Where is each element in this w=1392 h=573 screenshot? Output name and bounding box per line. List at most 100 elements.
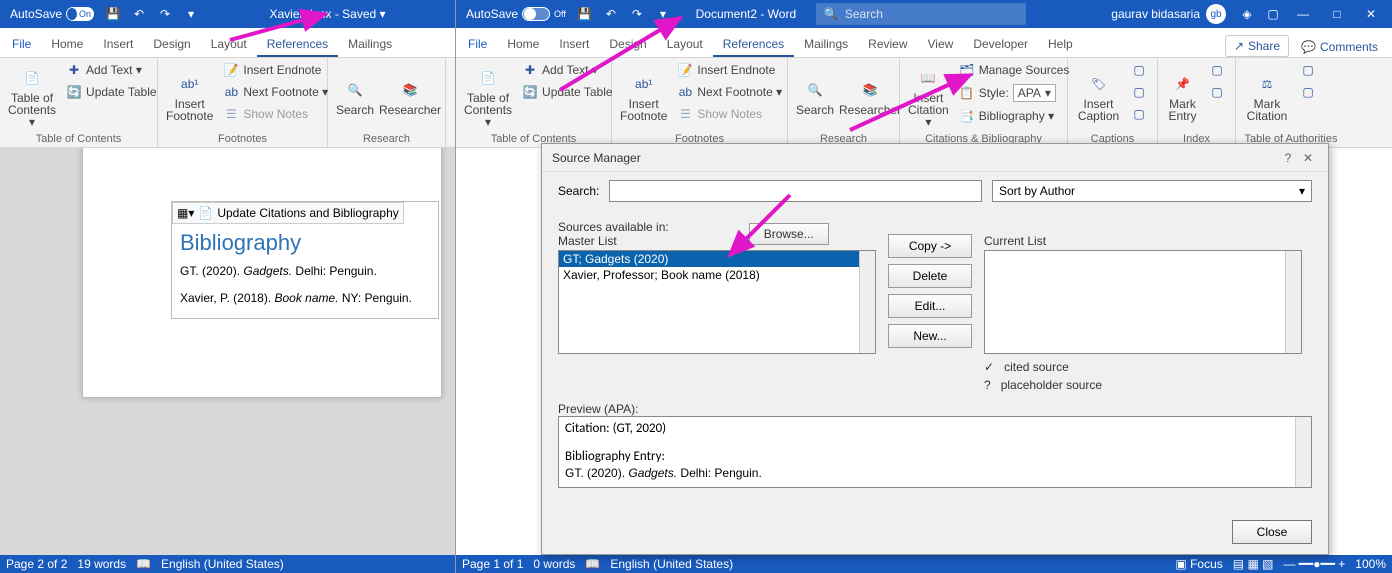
style-dropdown[interactable]: APA▾: [1013, 84, 1056, 102]
show-notes-button-r[interactable]: ☰Show Notes: [673, 104, 786, 124]
cap-extra2[interactable]: ▢: [1127, 82, 1151, 102]
customize-qat-icon[interactable]: ▾: [178, 0, 204, 28]
ribbon-options-icon[interactable]: ▢: [1260, 0, 1286, 28]
page-status-r[interactable]: Page 1 of 1: [462, 557, 523, 571]
share-button[interactable]: ↗Share: [1225, 35, 1289, 57]
idx-extra2[interactable]: ▢: [1205, 82, 1229, 102]
toa-extra2[interactable]: ▢: [1296, 82, 1320, 102]
customize-qat-icon-r[interactable]: ▾: [650, 0, 676, 28]
search-input[interactable]: [609, 180, 982, 202]
new-button[interactable]: New...: [888, 324, 972, 348]
cap-extra1[interactable]: ▢: [1127, 60, 1151, 80]
undo-icon[interactable]: ↶: [126, 0, 152, 28]
save-icon-r[interactable]: 💾: [572, 0, 598, 28]
tab-layout[interactable]: Layout: [201, 31, 257, 57]
tab-design-r[interactable]: Design: [599, 31, 656, 57]
idx-extra1[interactable]: ▢: [1205, 60, 1229, 80]
autosave-right[interactable]: AutoSave Off: [460, 0, 572, 28]
tab-references[interactable]: References: [257, 31, 338, 57]
dialog-titlebar[interactable]: Source Manager ? ✕: [542, 144, 1328, 172]
close-button[interactable]: ✕: [1354, 0, 1388, 28]
current-list[interactable]: [984, 250, 1302, 354]
update-table-button[interactable]: 🔄Update Table: [62, 82, 161, 102]
tab-help-r[interactable]: Help: [1038, 31, 1083, 57]
citation-toolbar[interactable]: ▦▾ 📄 Update Citations and Bibliography: [172, 202, 404, 224]
master-item-2[interactable]: Xavier, Professor; Book name (2018): [559, 267, 875, 283]
autosave-toggle-on[interactable]: On: [66, 7, 94, 21]
tab-mailings-r[interactable]: Mailings: [794, 31, 858, 57]
master-item-1[interactable]: GT; Gadgets (2020): [559, 251, 875, 267]
preview-scrollbar[interactable]: [1295, 417, 1311, 487]
tab-insert-r[interactable]: Insert: [549, 31, 599, 57]
style-selector[interactable]: 📋Style:APA▾: [955, 82, 1074, 104]
mark-citation-button[interactable]: ⚖Mark Citation: [1242, 60, 1292, 131]
tab-home-r[interactable]: Home: [497, 31, 549, 57]
save-icon[interactable]: 💾: [100, 0, 126, 28]
words-status[interactable]: 19 words: [77, 557, 126, 571]
help-button[interactable]: ?: [1278, 151, 1298, 165]
copy-button[interactable]: Copy ->: [888, 234, 972, 258]
doc-title-right[interactable]: Document2 - Word: [676, 7, 816, 21]
manage-sources-button[interactable]: 🗂Manage Sources: [955, 60, 1074, 80]
tab-design[interactable]: Design: [143, 31, 200, 57]
page-status[interactable]: Page 2 of 2: [6, 557, 67, 571]
autosave-left[interactable]: AutoSave On: [4, 0, 100, 28]
insert-citation-button[interactable]: 📖Insert Citation ▾: [906, 60, 951, 131]
spell-icon-r[interactable]: 📖: [585, 557, 600, 571]
next-footnote-button[interactable]: abNext Footnote ▾: [219, 82, 332, 102]
insert-footnote-button[interactable]: ab¹Insert Footnote: [164, 60, 215, 131]
lang-status[interactable]: English (United States): [161, 557, 284, 571]
dialog-close-x[interactable]: ✕: [1298, 151, 1318, 165]
master-list[interactable]: GT; Gadgets (2020) Xavier, Professor; Bo…: [558, 250, 876, 354]
browse-button[interactable]: Browse...: [749, 223, 829, 245]
add-text-button-r[interactable]: ✚Add Text ▾: [518, 60, 617, 80]
search-box[interactable]: 🔍 Search: [816, 3, 1026, 25]
tab-layout-r[interactable]: Layout: [657, 31, 713, 57]
redo-icon[interactable]: ↷: [152, 0, 178, 28]
minimize-button[interactable]: —: [1286, 0, 1320, 28]
tab-references-r[interactable]: References: [713, 31, 794, 57]
doc-title-left[interactable]: Xavier.docx - Saved ▾: [204, 7, 451, 21]
focus-button[interactable]: ▣ Focus: [1175, 557, 1222, 571]
master-scrollbar[interactable]: [859, 251, 875, 353]
spell-icon[interactable]: 📖: [136, 557, 151, 571]
tab-review-r[interactable]: Review: [858, 31, 917, 57]
current-scrollbar[interactable]: [1285, 251, 1301, 353]
tab-view-r[interactable]: View: [918, 31, 964, 57]
next-footnote-button-r[interactable]: abNext Footnote ▾: [673, 82, 786, 102]
insert-endnote-button-r[interactable]: 📝Insert Endnote: [673, 60, 786, 80]
toc-button[interactable]: 📄Table of Contents ▾: [6, 60, 58, 131]
bib-drop-icon[interactable]: ▦▾: [177, 206, 194, 220]
tab-insert[interactable]: Insert: [93, 31, 143, 57]
update-table-button-r[interactable]: 🔄Update Table: [518, 82, 617, 102]
autosave-toggle-off[interactable]: [522, 7, 550, 21]
words-status-r[interactable]: 0 words: [533, 557, 575, 571]
show-notes-button[interactable]: ☰Show Notes: [219, 104, 332, 124]
cap-extra3[interactable]: ▢: [1127, 104, 1151, 124]
diamond-icon[interactable]: ◈: [1234, 0, 1260, 28]
delete-button[interactable]: Delete: [888, 264, 972, 288]
maximize-button[interactable]: □: [1320, 0, 1354, 28]
zoom-value[interactable]: 100%: [1355, 557, 1386, 571]
redo-icon-r[interactable]: ↷: [624, 0, 650, 28]
update-citations-label[interactable]: Update Citations and Bibliography: [217, 206, 398, 220]
researcher-button-r[interactable]: 📚Researcher: [840, 60, 900, 131]
sort-dropdown[interactable]: Sort by Author▾: [992, 180, 1312, 202]
insert-endnote-button[interactable]: 📝Insert Endnote: [219, 60, 332, 80]
lang-status-r[interactable]: English (United States): [610, 557, 733, 571]
tab-mailings[interactable]: Mailings: [338, 31, 402, 57]
tab-file[interactable]: File: [2, 31, 41, 57]
tab-developer-r[interactable]: Developer: [963, 31, 1038, 57]
zoom-slider[interactable]: — ━━●━━ +: [1283, 557, 1345, 571]
bib-refresh-icon[interactable]: 📄: [198, 206, 213, 220]
bibliography-button[interactable]: 📑Bibliography ▾: [955, 106, 1074, 126]
tab-home[interactable]: Home: [41, 31, 93, 57]
researcher-button[interactable]: 📚Researcher: [380, 60, 440, 131]
add-text-button[interactable]: ✚Add Text ▾: [62, 60, 161, 80]
search-button[interactable]: 🔍Search: [334, 60, 376, 131]
insert-caption-button[interactable]: 🏷Insert Caption: [1074, 60, 1123, 131]
insert-footnote-button-r[interactable]: ab¹Insert Footnote: [618, 60, 669, 131]
search-button-r[interactable]: 🔍Search: [794, 60, 836, 131]
tab-file-r[interactable]: File: [458, 31, 497, 57]
user-account[interactable]: gaurav bidasaria gb: [1103, 4, 1234, 24]
